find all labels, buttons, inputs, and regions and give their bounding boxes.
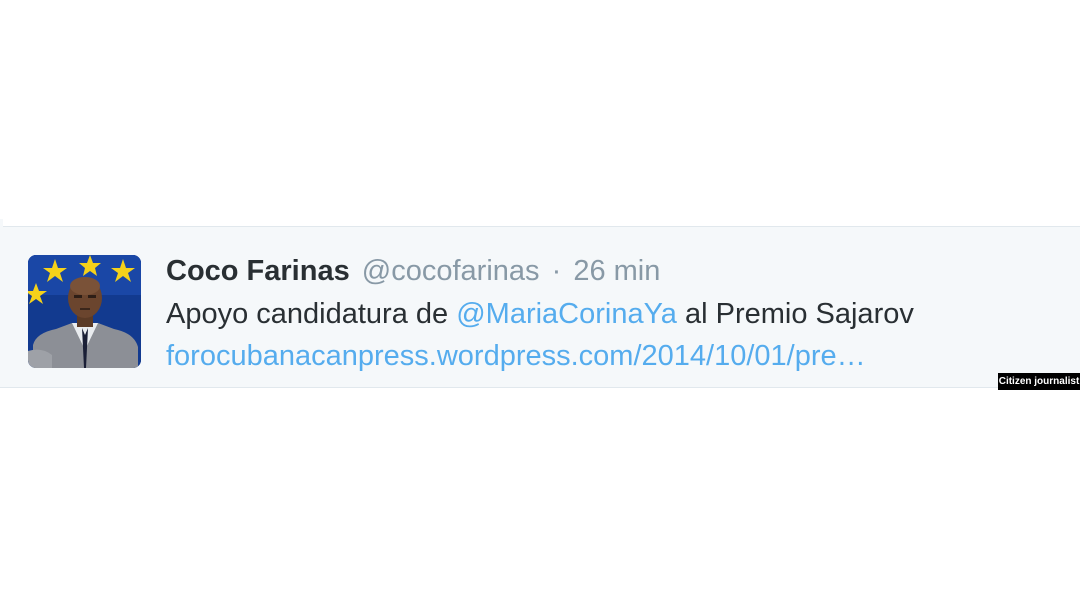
tweet-content: Coco Farinas @cocofarinas · 26 min Apoyo… xyxy=(166,253,1060,376)
tweet-timestamp[interactable]: 26 min xyxy=(573,255,660,287)
separator-dot: · xyxy=(551,255,562,287)
tweet-text-suffix: al Premio Sajarov xyxy=(676,298,914,330)
author-name[interactable]: Coco Farinas xyxy=(166,255,350,287)
tweet-card: Coco Farinas @cocofarinas · 26 min Apoyo… xyxy=(0,219,1080,388)
tweet-link-line: forocubanacanpress.wordpress.com/2014/10… xyxy=(166,336,1060,376)
tweet-text: Apoyo candidatura de @MariaCorinaYa al P… xyxy=(166,294,1060,334)
avatar-photo xyxy=(28,255,141,368)
avatar[interactable] xyxy=(28,255,141,368)
tweet-text-prefix: Apoyo candidatura de xyxy=(166,298,457,330)
mention-link[interactable]: @MariaCorinaYa xyxy=(456,298,677,330)
tweet-header: Coco Farinas @cocofarinas · 26 min xyxy=(166,253,1060,289)
author-handle[interactable]: @cocofarinas xyxy=(362,255,540,287)
external-link[interactable]: forocubanacanpress.wordpress.com/2014/10… xyxy=(166,340,866,372)
credit-label: Citizen journalist xyxy=(998,373,1080,390)
